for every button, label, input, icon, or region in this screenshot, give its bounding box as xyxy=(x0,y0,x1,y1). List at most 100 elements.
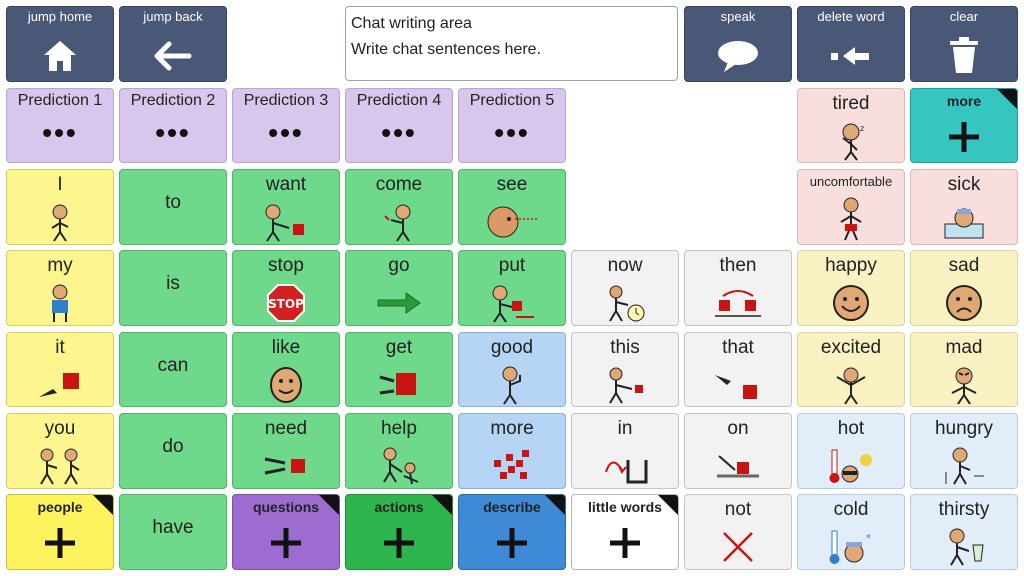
prediction-5-button[interactable]: Prediction 5 ••• xyxy=(458,88,566,163)
word-hungry-button[interactable]: hungry xyxy=(910,413,1018,489)
hot-thermometer-icon xyxy=(798,444,904,488)
word-need-label: need xyxy=(264,418,308,439)
word-happy-button[interactable]: happy xyxy=(797,250,905,326)
word-this-label: this xyxy=(610,337,640,358)
hungry-person-icon xyxy=(911,444,1017,488)
folder-people-button[interactable]: people xyxy=(6,494,114,570)
ellipsis-icon: ••• xyxy=(494,117,530,148)
word-in-button[interactable]: in xyxy=(571,413,679,489)
person-placing-icon xyxy=(459,281,565,325)
clear-button[interactable]: clear xyxy=(910,6,1018,82)
many-blocks-icon xyxy=(459,444,565,488)
word-is-button[interactable]: is xyxy=(119,250,227,326)
word-on-label: on xyxy=(727,418,749,439)
word-you-button[interactable]: you xyxy=(6,413,114,489)
ellipsis-icon: ••• xyxy=(155,117,191,148)
pointing-near-icon xyxy=(572,363,678,406)
folder-little-words-button[interactable]: little words xyxy=(571,494,679,570)
hands-reaching-icon xyxy=(233,444,339,488)
word-now-button[interactable]: now xyxy=(571,250,679,326)
speak-label: speak xyxy=(720,9,756,24)
word-can-button[interactable]: can xyxy=(119,332,227,407)
word-hot-button[interactable]: hot xyxy=(797,413,905,489)
word-tired-label: tired xyxy=(832,93,870,114)
folder-little-words-label: little words xyxy=(588,499,662,515)
word-that-button[interactable]: that xyxy=(684,332,792,407)
chat-writing-area[interactable]: Chat writing area Write chat sentences h… xyxy=(345,6,678,81)
word-it-label: it xyxy=(55,337,65,358)
word-then-button[interactable]: then xyxy=(684,250,792,326)
prediction-4-button[interactable]: Prediction 4 ••• xyxy=(345,88,453,163)
word-my-button[interactable]: my xyxy=(6,250,114,326)
word-help-button[interactable]: help xyxy=(345,413,453,489)
chat-line-2: Write chat sentences here. xyxy=(351,41,542,58)
word-put-button[interactable]: put xyxy=(458,250,566,326)
word-thirsty-button[interactable]: thirsty xyxy=(910,494,1018,570)
speak-button[interactable]: speak xyxy=(684,6,792,82)
word-not-button[interactable]: not xyxy=(684,494,792,570)
word-now-label: now xyxy=(607,255,643,276)
jump-home-button[interactable]: jump home xyxy=(6,6,114,82)
word-then-label: then xyxy=(719,255,757,276)
folder-questions-button[interactable]: questions xyxy=(232,494,340,570)
word-stop-label: stop xyxy=(268,255,304,276)
chat-line-1: Chat writing area xyxy=(351,15,472,32)
word-want-label: want xyxy=(265,174,307,195)
word-go-button[interactable]: go xyxy=(345,250,453,326)
word-my-label: my xyxy=(47,255,73,276)
word-to-label: to xyxy=(165,192,181,213)
jump-back-label: jump back xyxy=(143,9,203,24)
sequence-icon xyxy=(685,281,791,325)
sad-face-icon xyxy=(911,281,1017,325)
word-need-button[interactable]: need xyxy=(232,413,340,489)
word-excited-label: excited xyxy=(820,337,882,358)
pointing-far-icon xyxy=(685,363,791,406)
plus-icon xyxy=(459,523,565,563)
folder-more-button[interactable]: more xyxy=(910,88,1018,163)
word-cold-button[interactable]: cold * xyxy=(797,494,905,570)
word-excited-button[interactable]: excited xyxy=(797,332,905,407)
word-have-button[interactable]: have xyxy=(119,494,227,570)
word-it-button[interactable]: it xyxy=(6,332,114,407)
prediction-2-button[interactable]: Prediction 2 ••• xyxy=(119,88,227,163)
prediction-1-label: Prediction 1 xyxy=(17,92,103,109)
delete-word-label: delete word xyxy=(817,9,885,24)
word-stop-button[interactable]: stop STOP xyxy=(232,250,340,326)
prediction-1-button[interactable]: Prediction 1 ••• xyxy=(6,88,114,163)
uncomfortable-person-icon xyxy=(798,194,904,244)
plus-icon xyxy=(346,523,452,563)
word-get-button[interactable]: get xyxy=(345,332,453,407)
person-hand-on-chest-icon xyxy=(7,281,113,325)
word-to-button[interactable]: to xyxy=(119,169,227,245)
word-like-label: like xyxy=(271,337,301,358)
word-see-button[interactable]: see xyxy=(458,169,566,245)
word-come-button[interactable]: come xyxy=(345,169,453,245)
word-i-button[interactable]: I xyxy=(6,169,114,245)
folder-actions-button[interactable]: actions xyxy=(345,494,453,570)
word-on-button[interactable]: on xyxy=(684,413,792,489)
folder-describe-button[interactable]: describe xyxy=(458,494,566,570)
word-tired-button[interactable]: tired z xyxy=(797,88,905,163)
word-good-button[interactable]: good xyxy=(458,332,566,407)
two-people-icon xyxy=(7,444,113,488)
word-mad-button[interactable]: mad xyxy=(910,332,1018,407)
word-want-button[interactable]: want xyxy=(232,169,340,245)
word-see-label: see xyxy=(496,174,528,195)
face-looking-icon xyxy=(459,200,565,244)
prediction-3-button[interactable]: Prediction 3 ••• xyxy=(232,88,340,163)
svg-text:*: * xyxy=(866,533,871,544)
pointing-at-object-icon xyxy=(7,363,113,406)
word-this-button[interactable]: this xyxy=(571,332,679,407)
stop-sign-text: STOP xyxy=(268,297,304,311)
hands-grabbing-icon xyxy=(346,363,452,406)
jump-back-button[interactable]: jump back xyxy=(119,6,227,82)
delete-word-button[interactable]: delete word xyxy=(797,6,905,82)
word-like-button[interactable]: like xyxy=(232,332,340,407)
word-sick-button[interactable]: sick xyxy=(910,169,1018,245)
word-more-button[interactable]: more xyxy=(458,413,566,489)
word-do-button[interactable]: do xyxy=(119,413,227,489)
word-uncomfortable-button[interactable]: uncomfortable xyxy=(797,169,905,245)
word-can-label: can xyxy=(157,355,189,376)
ellipsis-icon: ••• xyxy=(381,117,417,148)
word-sad-button[interactable]: sad xyxy=(910,250,1018,326)
